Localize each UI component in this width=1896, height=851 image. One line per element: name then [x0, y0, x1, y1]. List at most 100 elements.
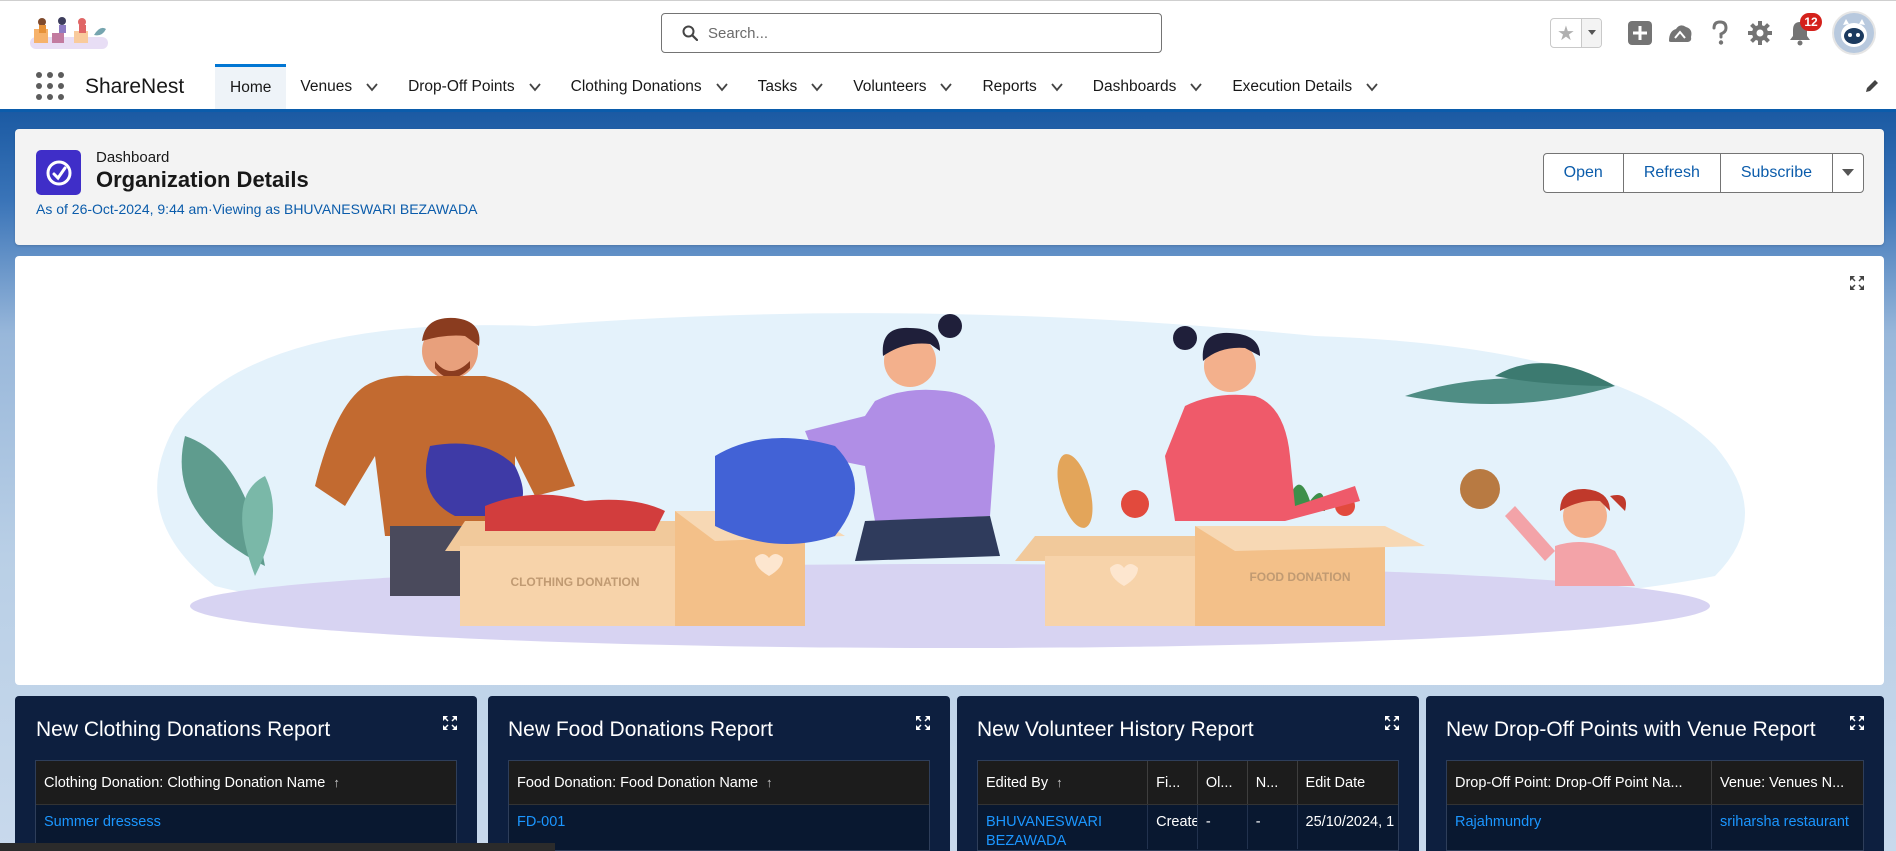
sharenest-logo[interactable]: [24, 13, 114, 53]
chevron-down-icon[interactable]: [1188, 79, 1204, 95]
tab-tasks[interactable]: Tasks: [744, 64, 840, 109]
gear-icon: [1748, 21, 1772, 45]
column-header[interactable]: Fi...: [1148, 761, 1198, 804]
app-navigation-bar: ShareNest Home Venues Drop-Off Points Cl…: [0, 64, 1896, 112]
refresh-button[interactable]: Refresh: [1622, 153, 1721, 193]
star-icon[interactable]: ★: [1551, 19, 1581, 47]
report-title[interactable]: New Clothing Donations Report: [36, 718, 330, 742]
favorites-button[interactable]: ★: [1550, 18, 1602, 48]
table-cell-link[interactable]: BHUVANESWARI BEZAWADA: [978, 805, 1149, 849]
box-left-label: CLOTHING DONATION: [510, 575, 639, 589]
table-header: Drop-Off Point: Drop-Off Point Na... Ven…: [1447, 761, 1863, 805]
column-header[interactable]: Food Donation: Food Donation Name ↑: [509, 761, 929, 804]
column-header[interactable]: Ol...: [1198, 761, 1248, 804]
global-header: ★: [0, 0, 1896, 64]
report-card-drop-off-points: New Drop-Off Points with Venue Report Dr…: [1426, 696, 1884, 851]
chevron-down-icon[interactable]: [1049, 79, 1065, 95]
tab-label: Clothing Donations: [570, 77, 702, 95]
chevron-down-icon[interactable]: [809, 79, 825, 95]
table-row: BHUVANESWARI BEZAWADA Created. - - 25/10…: [978, 805, 1398, 849]
trailhead-icon: [1669, 25, 1692, 42]
open-button[interactable]: Open: [1542, 153, 1624, 193]
tab-label: Home: [230, 79, 272, 96]
report-title[interactable]: New Drop-Off Points with Venue Report: [1446, 718, 1816, 742]
tab-venues[interactable]: Venues: [286, 64, 394, 109]
app-launcher-icon[interactable]: [36, 72, 64, 100]
help-button[interactable]: [1700, 13, 1740, 53]
report-table: Food Donation: Food Donation Name ↑ FD-00…: [508, 760, 930, 851]
column-header[interactable]: Edited By ↑: [978, 761, 1149, 804]
report-title[interactable]: New Volunteer History Report: [977, 718, 1254, 742]
more-actions-button[interactable]: [1832, 153, 1864, 193]
dashboard-type-label: Dashboard: [96, 149, 170, 166]
search-icon: [682, 25, 698, 41]
chevron-down-icon[interactable]: [1364, 79, 1380, 95]
edit-nav-pencil-icon[interactable]: [1864, 78, 1880, 94]
column-header[interactable]: Edit Date: [1298, 761, 1399, 804]
chevron-down-icon: [1587, 30, 1596, 35]
dashboard-actions: Open Refresh Subscribe: [1542, 153, 1864, 193]
global-search[interactable]: [661, 13, 1162, 53]
tab-execution-details[interactable]: Execution Details: [1218, 64, 1394, 109]
sort-ascending-icon: ↑: [1056, 775, 1063, 790]
tab-label: Dashboards: [1092, 77, 1177, 95]
page-title: Organization Details: [96, 167, 309, 192]
expand-icon[interactable]: [1848, 274, 1866, 292]
column-header[interactable]: N...: [1248, 761, 1298, 804]
expand-icon[interactable]: [1848, 714, 1866, 732]
table-header: Edited By ↑ Fi... Ol... N... Edit Date: [978, 761, 1398, 805]
dashboard-icon: [36, 150, 81, 195]
table-cell-link[interactable]: sriharsha restaurant: [1712, 805, 1863, 849]
user-avatar[interactable]: [1832, 11, 1876, 55]
table-cell: Created.: [1148, 805, 1198, 849]
notification-count-badge: 12: [1800, 13, 1822, 31]
column-header[interactable]: Venue: Venues N...: [1712, 761, 1863, 804]
donation-illustration-panel: CLOTHING DONATION FOOD DONATION: [15, 256, 1884, 685]
expand-icon[interactable]: [914, 714, 932, 732]
dashboard-timestamp: As of 26-Oct-2024, 9:44 am·Viewing as BH…: [36, 201, 478, 217]
table-cell-link[interactable]: Rajahmundry: [1447, 805, 1712, 849]
tab-label: Venues: [300, 77, 353, 95]
expand-icon[interactable]: [441, 714, 459, 732]
tab-dashboards[interactable]: Dashboards: [1079, 64, 1219, 109]
tab-label: Tasks: [757, 77, 798, 95]
chevron-down-icon[interactable]: [938, 79, 954, 95]
tab-home[interactable]: Home: [215, 64, 287, 109]
report-title[interactable]: New Food Donations Report: [508, 718, 773, 742]
chevron-down-icon[interactable]: [527, 79, 543, 95]
tab-volunteers[interactable]: Volunteers: [839, 64, 968, 109]
table-header: Clothing Donation: Clothing Donation Nam…: [36, 761, 456, 805]
report-card-clothing-donations: New Clothing Donations Report Clothing D…: [15, 696, 477, 851]
chevron-down-icon[interactable]: [714, 79, 730, 95]
header-utility-bar: ★ 12: [1550, 11, 1876, 55]
dashboard-header: Dashboard Organization Details As of 26-…: [15, 129, 1884, 245]
tab-label: Drop-Off Points: [408, 77, 515, 95]
subscribe-button[interactable]: Subscribe: [1719, 153, 1833, 193]
tab-drop-off-points[interactable]: Drop-Off Points: [394, 64, 557, 109]
global-actions-button[interactable]: [1620, 13, 1660, 53]
tab-label: Execution Details: [1232, 77, 1353, 95]
notifications-button[interactable]: 12: [1780, 13, 1822, 53]
column-header[interactable]: Drop-Off Point: Drop-Off Point Na...: [1447, 761, 1712, 804]
trailhead-button[interactable]: [1660, 13, 1700, 53]
column-header[interactable]: Clothing Donation: Clothing Donation Nam…: [36, 761, 456, 804]
setup-button[interactable]: [1740, 13, 1780, 53]
table-row: Rajahmundry sriharsha restaurant: [1447, 805, 1863, 849]
search-input[interactable]: [708, 24, 1108, 42]
report-table: Clothing Donation: Clothing Donation Nam…: [35, 760, 457, 851]
tab-reports[interactable]: Reports: [968, 64, 1078, 109]
favorites-menu-button[interactable]: [1581, 19, 1601, 47]
nav-tabs: Home Venues Drop-Off Points Clothing Don…: [215, 64, 1394, 109]
sort-ascending-icon: ↑: [333, 775, 340, 790]
table-header: Food Donation: Food Donation Name ↑: [509, 761, 929, 805]
table-cell-link[interactable]: FD-001: [509, 805, 929, 849]
report-card-food-donations: New Food Donations Report Food Donation:…: [488, 696, 950, 851]
app-name: ShareNest: [85, 75, 185, 98]
table-cell: 25/10/2024, 1: [1305, 814, 1395, 830]
tab-clothing-donations[interactable]: Clothing Donations: [557, 64, 744, 109]
tab-label: Volunteers: [853, 77, 927, 95]
chevron-down-icon[interactable]: [364, 79, 380, 95]
expand-icon[interactable]: [1383, 714, 1401, 732]
report-table: Edited By ↑ Fi... Ol... N... Edit Date BH…: [977, 760, 1399, 851]
donation-illustration: CLOTHING DONATION FOOD DONATION: [157, 313, 1746, 648]
